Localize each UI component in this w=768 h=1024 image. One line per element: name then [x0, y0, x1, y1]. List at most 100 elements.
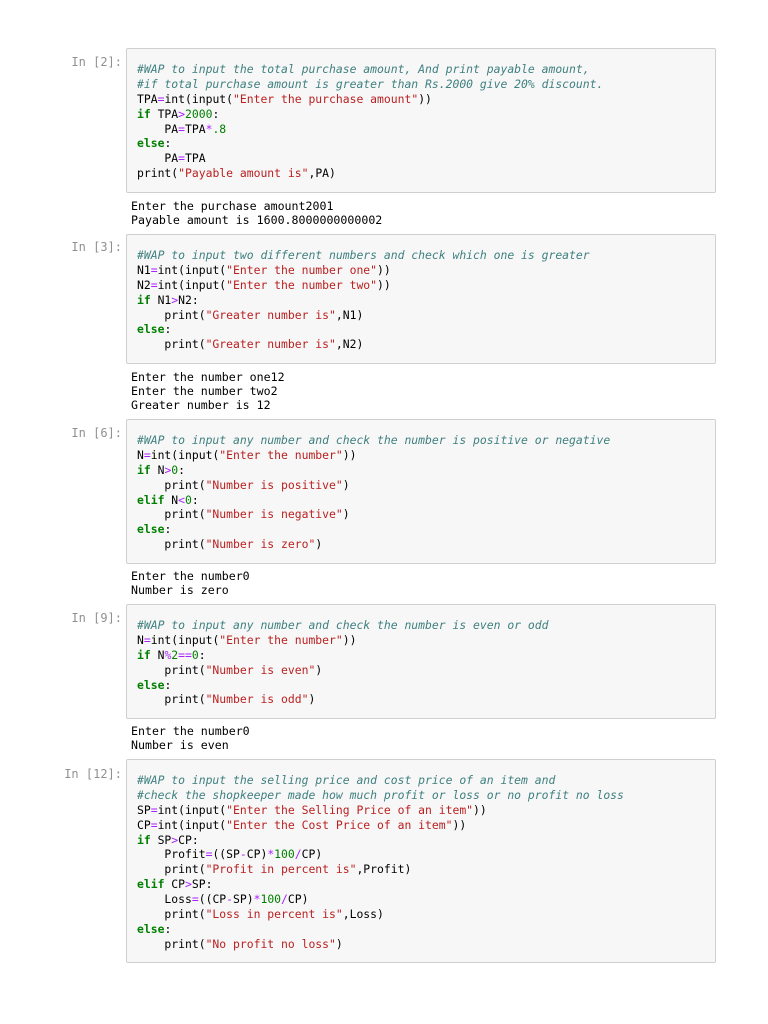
code-line: #WAP to input the selling price and cost… — [137, 773, 624, 788]
code-text: CP) — [301, 847, 323, 862]
cell-output: Enter the purchase amount2001 Payable amo… — [131, 199, 382, 227]
output-line: Enter the number0 — [131, 724, 250, 738]
code-text: )) — [418, 91, 432, 106]
code-text: )) — [473, 802, 487, 817]
code-input-area[interactable]: #WAP to input any number and check the n… — [126, 419, 716, 564]
code-line: N=int(input("Enter the number")) — [137, 448, 610, 463]
code-line: if N%2==0: — [137, 648, 548, 663]
code-text: ,PA) — [308, 166, 336, 181]
code-number: 100 — [274, 847, 295, 862]
code-text: N — [150, 462, 165, 477]
code-line: print("No profit no loss") — [137, 937, 624, 952]
code-line: print("Greater number is",N2) — [137, 337, 590, 352]
output-line: Enter the number0 — [131, 569, 250, 583]
code-input-area[interactable]: #WAP to input two different numbers and … — [126, 234, 716, 364]
code-text: print( — [137, 936, 206, 951]
code-text: print( — [137, 166, 179, 181]
code-text: )) — [342, 447, 357, 462]
code-operator: = — [191, 892, 199, 907]
code-operator: < — [178, 492, 186, 507]
code-string: "Enter the number" — [219, 632, 343, 647]
code-text: SP: — [191, 877, 213, 892]
code-text: )) — [452, 817, 467, 832]
code-line: PA=TPA — [137, 151, 603, 166]
code-line: #check the shopkeeper made how much prof… — [137, 788, 624, 803]
code-text: N2 — [137, 277, 151, 292]
code-block: #WAP to input the selling price and cost… — [137, 773, 624, 952]
code-comment: #WAP to input two different numbers and … — [137, 248, 590, 262]
code-text: print( — [137, 907, 206, 922]
code-text: CP — [164, 877, 186, 892]
code-string: "Enter the number one" — [226, 262, 378, 277]
code-string: "Enter the purchase amount" — [233, 91, 419, 106]
code-comment: #if total purchase amount is greater tha… — [137, 76, 604, 91]
code-operator: = — [150, 277, 158, 292]
code-keyword: elif — [137, 877, 165, 892]
code-block: #WAP to input the total purchase amount,… — [137, 62, 603, 181]
code-number: 0 — [185, 492, 192, 507]
code-string: "Payable amount is" — [178, 166, 309, 181]
code-line: Loss=((CP-SP)*100/CP) — [137, 892, 624, 907]
code-operator: = — [150, 262, 158, 277]
code-text: : — [212, 106, 220, 121]
code-text: print( — [137, 507, 206, 522]
code-number: 0 — [191, 647, 199, 662]
code-text: print( — [137, 537, 206, 552]
code-text: CP: — [178, 832, 199, 847]
code-number: 100 — [260, 892, 282, 907]
code-string: "Enter the Cost Price of an item" — [226, 817, 453, 832]
code-text: : — [198, 647, 206, 662]
code-text: N1 — [137, 262, 151, 277]
code-operator: > — [185, 877, 192, 892]
code-keyword: if — [137, 292, 151, 307]
code-block: #WAP to input two different numbers and … — [137, 248, 590, 352]
cell-prompt: In [2]: — [71, 55, 122, 69]
code-keyword: elif — [137, 492, 165, 507]
code-text: CP) — [287, 892, 309, 907]
code-line: else: — [137, 522, 610, 537]
code-line: elif N<0: — [137, 493, 610, 508]
code-line: if N1>N2: — [137, 293, 590, 308]
code-comment: #WAP to input any number and check the n… — [137, 618, 549, 632]
code-text: TPA — [185, 151, 206, 166]
code-input-area[interactable]: #WAP to input the total purchase amount,… — [126, 48, 716, 193]
code-text: N2: — [178, 292, 199, 307]
code-text: ((CP — [198, 892, 227, 907]
code-line: PA=TPA*.8 — [137, 122, 603, 137]
code-text: print( — [137, 477, 206, 492]
code-text: ) — [342, 507, 350, 522]
code-text: int(input( — [157, 817, 227, 832]
code-operator: = — [150, 802, 158, 817]
code-line: Profit=((SP-CP)*100/CP) — [137, 847, 624, 862]
code-input-area[interactable]: #WAP to input the selling price and cost… — [126, 759, 716, 963]
code-comment: #WAP to input the selling price and cost… — [137, 773, 556, 787]
code-line: print("Profit in percent is",Profit) — [137, 862, 624, 877]
output-line: Enter the number two2 — [131, 384, 278, 398]
code-line: #if total purchase amount is greater tha… — [137, 77, 603, 92]
code-line: #WAP to input two different numbers and … — [137, 248, 590, 263]
code-text: int(input( — [157, 277, 227, 292]
code-input-area[interactable]: #WAP to input any number and check the n… — [126, 604, 716, 719]
code-text: Loss — [137, 892, 192, 907]
code-text: N — [137, 632, 144, 647]
code-string: "Number is odd" — [205, 692, 309, 707]
code-text: CP — [137, 817, 151, 832]
code-comment: #WAP to input any number and check the n… — [137, 433, 611, 447]
code-text: : — [164, 677, 172, 692]
code-text: ) — [315, 537, 323, 552]
code-text: : — [164, 522, 172, 537]
code-text: ,N2) — [335, 337, 364, 352]
code-line: print("Number is even") — [137, 663, 548, 678]
code-string: "Greater number is" — [205, 307, 336, 322]
code-text: print( — [137, 692, 206, 707]
output-line: Enter the purchase amount2001 — [131, 199, 334, 213]
code-text: ) — [335, 936, 343, 951]
code-line: CP=int(input("Enter the Cost Price of an… — [137, 818, 624, 833]
code-number: .8 — [212, 121, 227, 136]
code-line: SP=int(input("Enter the Selling Price of… — [137, 803, 624, 818]
code-keyword: else — [137, 322, 165, 337]
code-text: )) — [342, 632, 357, 647]
code-text: : — [164, 322, 172, 337]
code-string: "Number is positive" — [205, 477, 343, 492]
code-text: ) — [308, 692, 316, 707]
